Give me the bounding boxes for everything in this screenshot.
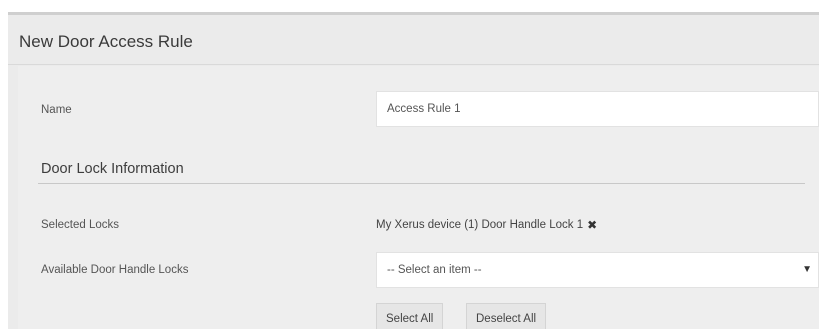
- door-lock-section-title: Door Lock Information: [41, 161, 184, 177]
- page: New Door Access Rule Name Door Lock Info…: [0, 0, 819, 329]
- select-all-button[interactable]: Select All: [376, 303, 444, 329]
- select-placeholder: -- Select an item --: [387, 264, 482, 276]
- selected-locks-label: Selected Locks: [41, 219, 119, 231]
- deselect-all-button[interactable]: Deselect All: [466, 303, 547, 329]
- dialog-title: New Door Access Rule: [19, 32, 193, 51]
- section-divider: [38, 183, 805, 184]
- caret-down-icon: ▼: [802, 264, 812, 275]
- dialog-body: Name Door Lock Information Selected Lock…: [18, 66, 819, 329]
- name-input[interactable]: [376, 91, 819, 127]
- dialog-header: New Door Access Rule: [8, 15, 819, 65]
- available-locks-select[interactable]: -- Select an item -- ▼: [376, 252, 819, 288]
- close-x-icon[interactable]: ✖: [587, 219, 597, 231]
- available-locks-label: Available Door Handle Locks: [41, 264, 189, 276]
- name-label: Name: [41, 104, 72, 116]
- selected-lock-tag: My Xerus device (1) Door Handle Lock 1 ✖: [376, 219, 597, 231]
- new-door-access-rule-dialog: New Door Access Rule Name Door Lock Info…: [8, 12, 819, 329]
- selected-lock-label: My Xerus device (1) Door Handle Lock 1: [376, 219, 584, 231]
